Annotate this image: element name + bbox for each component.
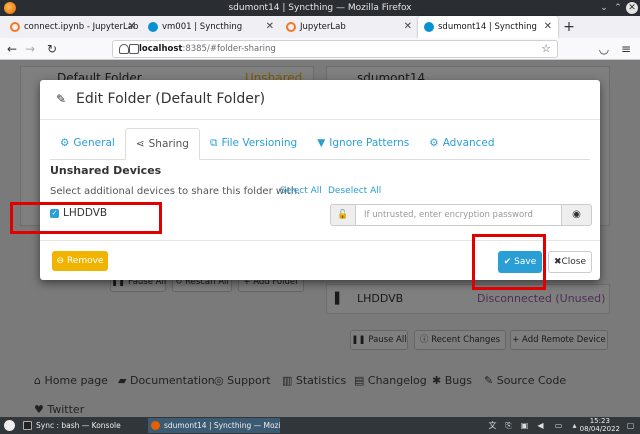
window-titlebar: sdumont14 | Syncthing — Mozilla Firefox … bbox=[0, 0, 640, 16]
browser-tab[interactable]: vm001 | Syncthing ✕ bbox=[142, 16, 280, 38]
annotation-save-highlight bbox=[472, 234, 546, 290]
select-all-link[interactable]: Select All bbox=[280, 186, 322, 196]
bookmark-star-icon[interactable]: ☆ bbox=[541, 41, 551, 57]
navigation-bar: ← → ↻ localhost:8385/#folder-sharing ☆ ◡… bbox=[0, 38, 640, 60]
new-tab-button[interactable]: + bbox=[558, 16, 580, 38]
syncthing-page: Default Folder Unshared sdumont14 ❚❚ Pau… bbox=[0, 60, 640, 417]
close-tab-icon[interactable]: ✕ bbox=[128, 16, 136, 38]
lock-icon: 🔓 bbox=[330, 204, 356, 226]
menu-icon[interactable]: ≡ bbox=[618, 41, 634, 57]
modal-tabs: ⚙ General ⋖ Sharing ⧉ File Versioning ▼ Igno… bbox=[50, 128, 590, 160]
tab-general[interactable]: ⚙ General bbox=[50, 128, 125, 160]
firefox-icon bbox=[4, 2, 16, 14]
tray-expand-icon[interactable]: ▴ bbox=[570, 421, 579, 430]
tab-file-versioning[interactable]: ⧉ File Versioning bbox=[200, 128, 307, 160]
tab-ignore-patterns[interactable]: ▼ Ignore Patterns bbox=[307, 128, 419, 160]
close-tab-icon[interactable]: ✕ bbox=[266, 16, 274, 38]
page-icon bbox=[129, 44, 139, 54]
close-button[interactable]: ✖Close bbox=[548, 251, 592, 273]
taskbar: Sync : bash — Konsole sdumont14 | Syncth… bbox=[0, 417, 640, 434]
volume-icon[interactable]: ◀ bbox=[536, 421, 545, 430]
syncthing-icon bbox=[424, 22, 434, 32]
window-title: sdumont14 | Syncthing — Mozilla Firefox bbox=[228, 3, 412, 13]
jupyter-icon bbox=[286, 22, 296, 32]
taskbar-item-konsole[interactable]: Sync : bash — Konsole bbox=[20, 418, 144, 433]
show-desktop-icon[interactable]: ▢ bbox=[626, 421, 635, 430]
taskbar-item-firefox[interactable]: sdumont14 | Syncthing — Mozill... bbox=[148, 418, 280, 433]
browser-tabbar: connect.ipynb - JupyterLab ✕ vm001 | Syn… bbox=[0, 16, 640, 38]
forward-icon[interactable]: → bbox=[22, 41, 38, 57]
close-window-icon[interactable]: ✕ bbox=[626, 2, 638, 14]
start-menu-icon[interactable] bbox=[4, 420, 15, 431]
gear-icon: ⚙ bbox=[60, 137, 70, 149]
maximize-icon[interactable]: ⌃ bbox=[612, 2, 624, 14]
clock[interactable]: 15:23 08/04/2022 bbox=[580, 417, 620, 433]
back-icon[interactable]: ← bbox=[4, 41, 20, 57]
cogs-icon: ⚙ bbox=[429, 137, 439, 149]
url-path: :8385/#folder-sharing bbox=[182, 44, 276, 54]
reload-icon[interactable]: ↻ bbox=[44, 41, 60, 57]
encryption-password-input[interactable] bbox=[356, 204, 562, 226]
display-icon[interactable]: ▭ bbox=[554, 421, 563, 430]
syncthing-icon bbox=[148, 22, 158, 32]
tab-label: sdumont14 | Syncthing bbox=[438, 22, 537, 32]
encryption-password-group: 🔓 ◉ bbox=[330, 204, 592, 226]
browser-tab-active[interactable]: sdumont14 | Syncthing ✕ bbox=[418, 16, 558, 38]
deselect-all-link[interactable]: Deselect All bbox=[328, 186, 381, 196]
filter-icon: ▼ bbox=[317, 137, 326, 149]
share-help-text: Select additional devices to share this … bbox=[50, 186, 301, 197]
minimize-icon[interactable]: ⌄ bbox=[598, 2, 610, 14]
clock-date: 08/04/2022 bbox=[579, 425, 620, 433]
minus-circle-icon: ⊖ bbox=[56, 256, 67, 266]
url-host: localhost bbox=[139, 44, 183, 54]
annotation-device-highlight bbox=[10, 202, 162, 234]
shield-icon bbox=[119, 44, 129, 54]
translate-icon[interactable]: 文 bbox=[488, 421, 497, 430]
copy-icon: ⧉ bbox=[209, 137, 218, 149]
share-icon: ⋖ bbox=[135, 138, 145, 150]
modal-header: ✎ Edit Folder (Default Folder) bbox=[40, 80, 600, 120]
tab-advanced[interactable]: ⚙ Advanced bbox=[419, 128, 504, 160]
modal-title: Edit Folder (Default Folder) bbox=[76, 91, 266, 107]
clipboard-icon[interactable]: ⎘ bbox=[504, 421, 513, 430]
eye-icon[interactable]: ◉ bbox=[562, 204, 592, 226]
firefox-icon bbox=[151, 421, 160, 430]
close-icon: ✖ bbox=[553, 257, 562, 267]
tab-label: JupyterLab bbox=[300, 22, 346, 32]
jupyter-icon bbox=[10, 22, 20, 32]
browser-tab[interactable]: JupyterLab ✕ bbox=[280, 16, 418, 38]
tab-label: vm001 | Syncthing bbox=[162, 22, 243, 32]
pencil-icon: ✎ bbox=[56, 92, 67, 106]
close-tab-icon[interactable]: ✕ bbox=[404, 16, 412, 38]
pocket-icon[interactable]: ◡ bbox=[596, 41, 612, 57]
unshared-devices-heading: Unshared Devices bbox=[50, 164, 162, 177]
clock-time: 15:23 bbox=[589, 417, 610, 425]
tab-sharing[interactable]: ⋖ Sharing bbox=[124, 128, 200, 160]
device-icon[interactable]: ▣ bbox=[520, 421, 529, 430]
url-bar[interactable]: localhost:8385/#folder-sharing ☆ bbox=[112, 40, 558, 58]
remove-button[interactable]: ⊖ Remove bbox=[52, 251, 108, 271]
terminal-icon bbox=[23, 421, 32, 430]
tab-label: connect.ipynb - JupyterLab bbox=[24, 22, 139, 32]
close-tab-icon[interactable]: ✕ bbox=[544, 16, 552, 38]
browser-tab[interactable]: connect.ipynb - JupyterLab ✕ bbox=[4, 16, 142, 38]
